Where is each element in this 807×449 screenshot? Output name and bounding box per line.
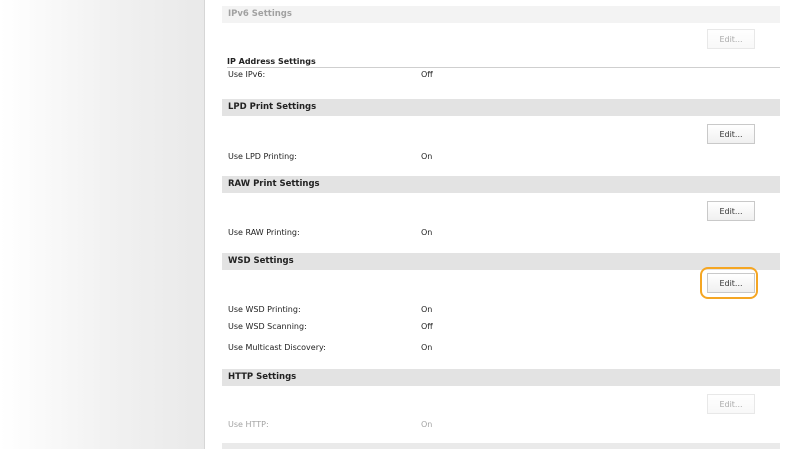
next-section-header-partial xyxy=(222,443,780,449)
setting-value: On xyxy=(421,420,433,429)
edit-button-http[interactable]: Edit... xyxy=(707,394,755,414)
setting-value: On xyxy=(421,305,433,314)
settings-content: IPv6 Settings Edit... IP Address Setting… xyxy=(222,0,780,449)
setting-row-use-wsd-scanning: Use WSD Scanning: Off xyxy=(228,320,768,334)
setting-value: On xyxy=(421,343,433,352)
section-header-raw: RAW Print Settings xyxy=(222,176,780,193)
edit-button-raw[interactable]: Edit... xyxy=(707,201,755,221)
setting-row-use-multicast-discovery: Use Multicast Discovery: On xyxy=(228,341,768,355)
edit-button-ipv6[interactable]: Edit... xyxy=(707,29,755,49)
setting-row-use-wsd-printing: Use WSD Printing: On xyxy=(228,303,768,317)
left-panel-background xyxy=(0,0,205,449)
setting-value: Off xyxy=(421,70,433,79)
edit-button-lpd[interactable]: Edit... xyxy=(707,124,755,144)
setting-row-use-http: Use HTTP: On xyxy=(228,418,768,432)
edit-button-wsd[interactable]: Edit... xyxy=(707,273,755,293)
section-header-ipv6: IPv6 Settings xyxy=(222,6,780,23)
subheader-ip-address-settings: IP Address Settings xyxy=(227,56,780,68)
setting-label: Use WSD Scanning: xyxy=(228,322,307,331)
setting-value: On xyxy=(421,228,433,237)
setting-label: Use HTTP: xyxy=(228,420,269,429)
setting-label: Use LPD Printing: xyxy=(228,152,297,161)
section-header-http: HTTP Settings xyxy=(222,369,780,386)
setting-row-use-lpd-printing: Use LPD Printing: On xyxy=(228,150,768,164)
setting-value: On xyxy=(421,152,433,161)
setting-label: Use IPv6: xyxy=(228,70,266,79)
setting-label: Use Multicast Discovery: xyxy=(228,343,326,352)
setting-row-use-ipv6: Use IPv6: Off xyxy=(228,68,768,82)
setting-value: Off xyxy=(421,322,433,331)
section-header-wsd: WSD Settings xyxy=(222,253,780,270)
section-header-lpd: LPD Print Settings xyxy=(222,99,780,116)
setting-row-use-raw-printing: Use RAW Printing: On xyxy=(228,226,768,240)
left-panel-divider xyxy=(204,0,205,449)
setting-label: Use WSD Printing: xyxy=(228,305,301,314)
setting-label: Use RAW Printing: xyxy=(228,228,300,237)
